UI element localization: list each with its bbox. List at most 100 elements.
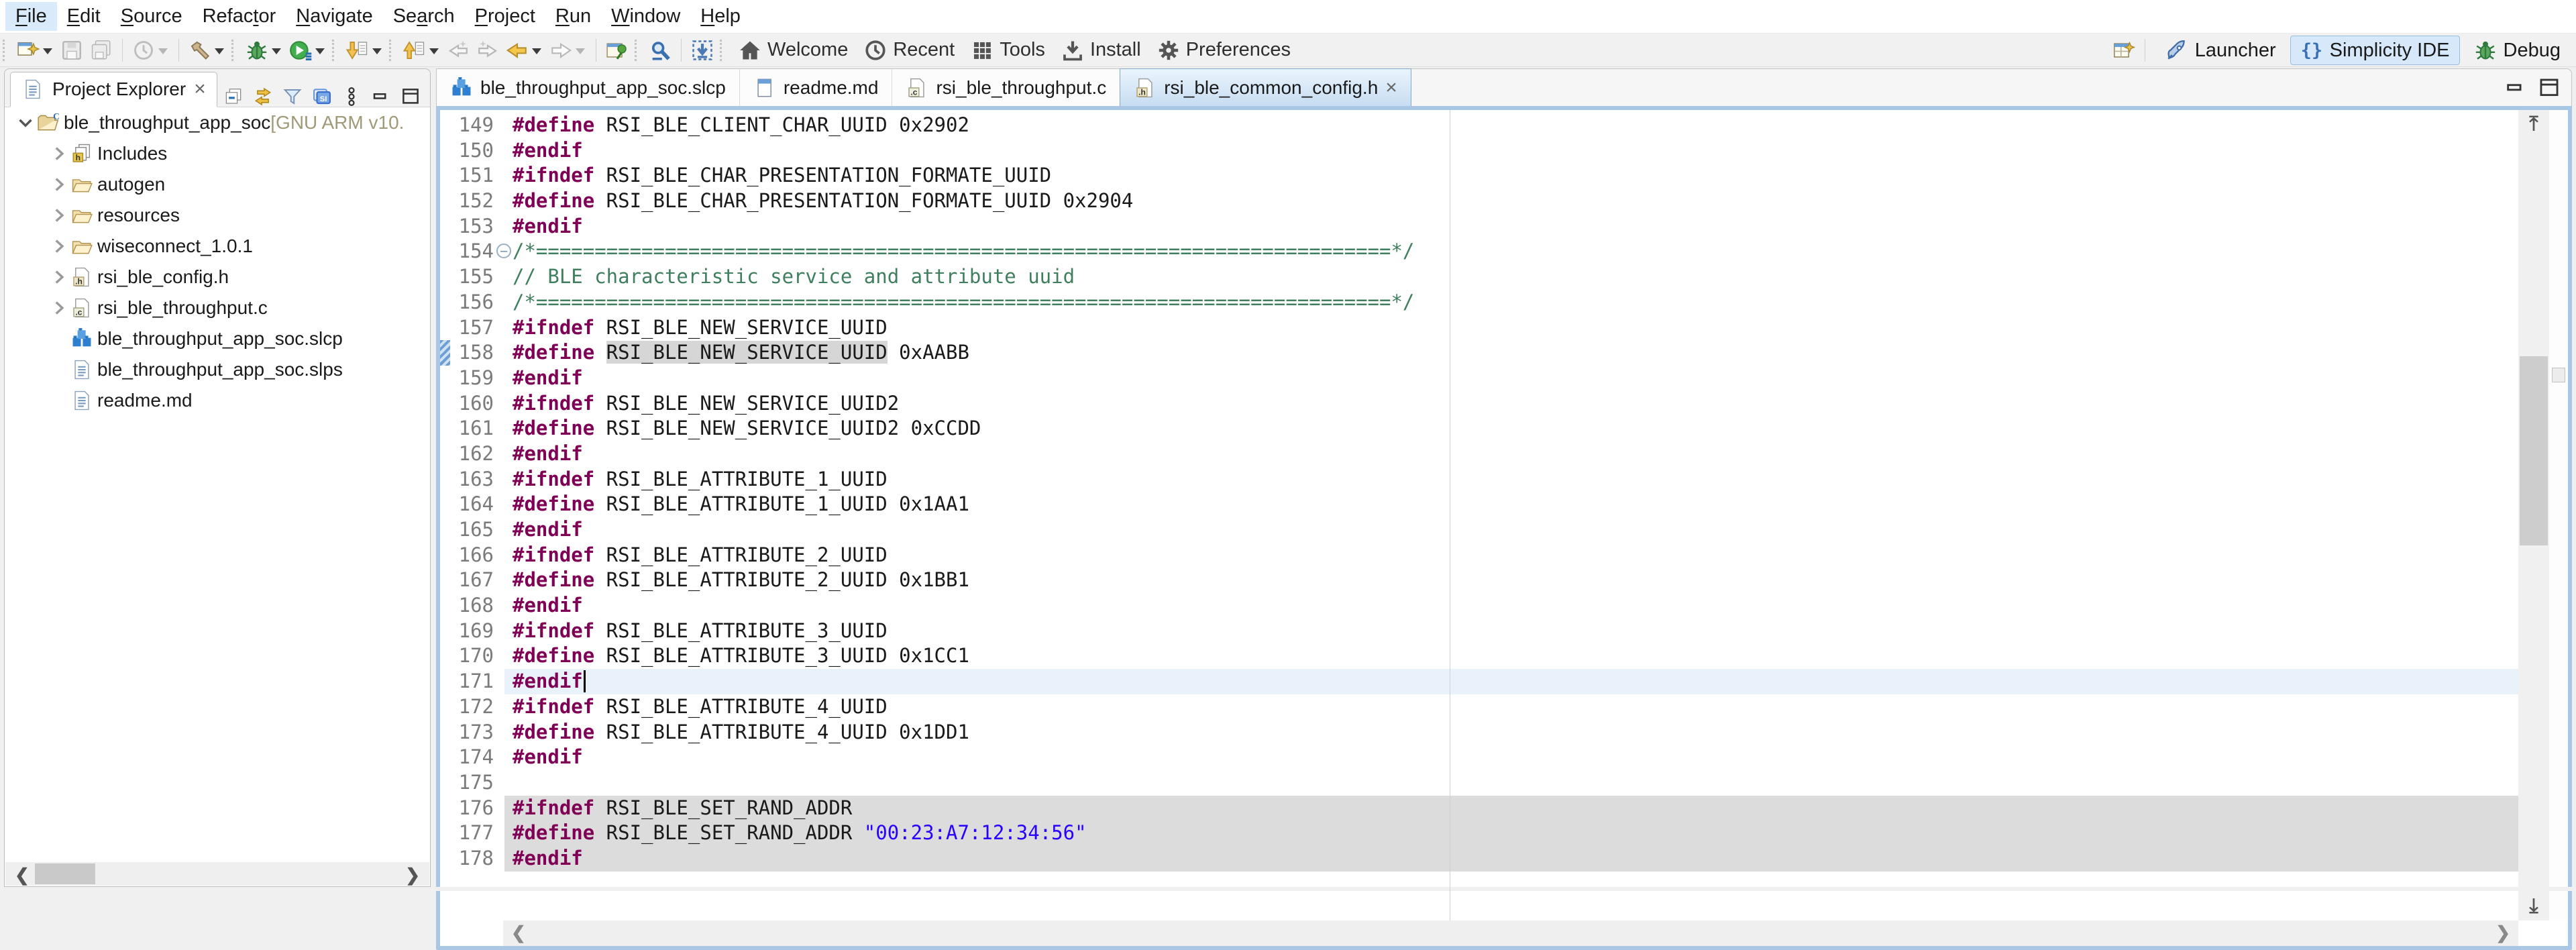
code-text[interactable]: #define RSI_BLE_ATTRIBUTE_2_UUID 0x1BB1 (504, 568, 2518, 593)
editor-vscroll-thumb[interactable] (2520, 356, 2548, 545)
collapse-all-icon[interactable] (223, 87, 244, 107)
code-text[interactable]: #define RSI_BLE_SET_RAND_ADDR "00:23:A7:… (504, 821, 2518, 846)
open-perspective-button[interactable] (2109, 36, 2139, 65)
menu-project[interactable]: Project (465, 2, 545, 31)
code-line-168[interactable]: 168 #endif (440, 593, 2518, 619)
code-text[interactable]: −/*=====================================… (496, 239, 2518, 264)
code-text[interactable]: #ifndef RSI_BLE_ATTRIBUTE_1_UUID (504, 467, 2518, 492)
menu-search[interactable]: Search (383, 2, 465, 31)
last-edit-location-button[interactable] (443, 36, 473, 65)
maximize-icon[interactable] (2538, 76, 2561, 99)
preferences-button[interactable]: Preferences (1149, 36, 1299, 65)
code-line-173[interactable]: 173 #define RSI_BLE_ATTRIBUTE_4_UUID 0x1D… (440, 720, 2518, 745)
editor-tab-rsi-ble-throughput-c[interactable]: .c rsi_ble_throughput.c (892, 69, 1121, 106)
code-line-163[interactable]: 163 #ifndef RSI_BLE_ATTRIBUTE_1_UUID (440, 467, 2518, 492)
code-text[interactable]: #endif (504, 366, 2518, 391)
fold-collapse-icon[interactable]: − (496, 244, 511, 259)
save-button[interactable] (57, 36, 87, 65)
toolbar-drag-handle[interactable] (3, 39, 9, 61)
tree-item-rsi-ble-config-h[interactable]: .h rsi_ble_config.h (5, 262, 430, 293)
code-line-177[interactable]: 177 #define RSI_BLE_SET_RAND_ADDR "00:23:… (440, 821, 2518, 846)
code-text[interactable]: #define RSI_BLE_ATTRIBUTE_4_UUID 0x1DD1 (504, 720, 2518, 745)
tree-item-ble-throughput-app-soc-slcp[interactable]: ble_throughput_app_soc.slcp (5, 323, 430, 354)
code-line-154[interactable]: 154−/*==================================… (440, 239, 2518, 264)
dropdown-arrow-icon[interactable] (315, 48, 325, 59)
dropdown-arrow-icon[interactable] (576, 48, 585, 59)
code-line-161[interactable]: 161 #define RSI_BLE_NEW_SERVICE_UUID2 0xC… (440, 416, 2518, 441)
code-text[interactable]: #ifndef RSI_BLE_NEW_SERVICE_UUID2 (504, 391, 2518, 417)
code-line-157[interactable]: 157 #ifndef RSI_BLE_NEW_SERVICE_UUID (440, 315, 2518, 341)
code-line-176[interactable]: 176 #ifndef RSI_BLE_SET_RAND_ADDR (440, 795, 2518, 821)
tree-item-resources[interactable]: resources (5, 200, 430, 231)
chevron-right-icon[interactable] (48, 266, 70, 288)
code-line-171[interactable]: 171 #endif (440, 669, 2518, 694)
editor-hscrollbar[interactable]: ❮ ❯ (503, 920, 2518, 946)
code-line-166[interactable]: 166 #ifndef RSI_BLE_ATTRIBUTE_2_UUID (440, 543, 2518, 568)
code-line-156[interactable]: 156 /*===================================… (440, 290, 2518, 315)
tree-item-rsi-ble-throughput-c[interactable]: .c rsi_ble_throughput.c (5, 293, 430, 323)
tree-item-readme-md[interactable]: readme.md (5, 385, 430, 416)
si-stack-icon[interactable]: SI (312, 87, 332, 107)
code-text[interactable]: #define RSI_BLE_NEW_SERVICE_UUID2 0xCCDD (504, 416, 2518, 441)
code-text[interactable]: #define RSI_BLE_NEW_SERVICE_UUID 0xAABB (504, 340, 2518, 366)
code-text[interactable]: #ifndef RSI_BLE_ATTRIBUTE_2_UUID (504, 543, 2518, 568)
close-icon[interactable]: × (194, 79, 206, 99)
menu-window[interactable]: Window (601, 2, 690, 31)
toolbar-drag-handle[interactable] (635, 39, 641, 61)
perspective-debug[interactable]: Debug (2464, 36, 2571, 65)
editor-tab-readme-md[interactable]: readme.md (739, 69, 893, 106)
code-line-155[interactable]: 155 // BLE characteristic service and att… (440, 264, 2518, 290)
explorer-hscrollbar[interactable]: ❮ ❯ (5, 862, 429, 886)
scroll-right-icon[interactable]: ❯ (2496, 922, 2510, 943)
toolbar-drag-handle[interactable] (332, 39, 338, 61)
code-line-164[interactable]: 164 #define RSI_BLE_ATTRIBUTE_1_UUID 0x1A… (440, 492, 2518, 517)
toolbar-drag-handle[interactable] (231, 39, 237, 61)
code-line-159[interactable]: 159 #endif (440, 366, 2518, 391)
menu-refactor[interactable]: Refactor (193, 2, 286, 31)
dropdown-arrow-icon[interactable] (532, 48, 541, 59)
code-line-172[interactable]: 172 #ifndef RSI_BLE_ATTRIBUTE_4_UUID (440, 694, 2518, 720)
code-line-170[interactable]: 170 #define RSI_BLE_ATTRIBUTE_3_UUID 0x1C… (440, 643, 2518, 669)
flash-programmer-button[interactable] (688, 36, 717, 65)
dropdown-arrow-icon[interactable] (158, 48, 168, 59)
scroll-right-icon[interactable]: ❯ (405, 865, 420, 886)
code-text[interactable] (504, 770, 2518, 796)
minimize-icon[interactable] (371, 87, 391, 107)
recent-button[interactable]: Recent (856, 36, 963, 65)
code-line-174[interactable]: 174 #endif (440, 745, 2518, 770)
code-text[interactable]: #define RSI_BLE_ATTRIBUTE_1_UUID 0x1AA1 (504, 492, 2518, 517)
build-button[interactable] (185, 36, 229, 65)
code-text[interactable]: #endif (504, 214, 2518, 240)
code-line-160[interactable]: 160 #ifndef RSI_BLE_NEW_SERVICE_UUID2 (440, 391, 2518, 417)
minimize-icon[interactable] (2504, 76, 2527, 99)
tree-item-autogen[interactable]: autogen (5, 169, 430, 200)
dropdown-arrow-icon[interactable] (272, 48, 281, 59)
close-icon[interactable]: × (1385, 78, 1397, 98)
code-text[interactable]: #ifndef RSI_BLE_NEW_SERVICE_UUID (504, 315, 2518, 341)
dropdown-arrow-icon[interactable] (372, 48, 382, 59)
filter-icon[interactable] (282, 87, 303, 107)
new-wizard-button[interactable] (13, 36, 57, 65)
code-text[interactable]: #ifndef RSI_BLE_SET_RAND_ADDR (504, 795, 2518, 821)
code-text[interactable]: #ifndef RSI_BLE_ATTRIBUTE_4_UUID (504, 694, 2518, 720)
code-text[interactable]: #define RSI_BLE_CLIENT_CHAR_UUID 0x2902 (504, 113, 2518, 138)
perspective-simplicity-ide[interactable]: {} Simplicity IDE (2290, 36, 2460, 65)
code-editor[interactable]: 149 #define RSI_BLE_CLIENT_CHAR_UUID 0x29… (440, 110, 2518, 920)
explorer-hscroll-thumb[interactable] (35, 863, 95, 884)
code-line-162[interactable]: 162 #endif (440, 441, 2518, 467)
code-text[interactable]: #define RSI_BLE_ATTRIBUTE_3_UUID 0x1CC1 (504, 643, 2518, 669)
code-text[interactable]: #define RSI_BLE_CHAR_PRESENTATION_FORMAT… (504, 189, 2518, 214)
project-explorer-tab[interactable]: Project Explorer × (10, 72, 217, 107)
tree-item-ble-throughput-app-soc-slps[interactable]: ble_throughput_app_soc.slps (5, 354, 430, 385)
install-button[interactable]: Install (1053, 36, 1149, 65)
code-text[interactable]: #ifndef RSI_BLE_ATTRIBUTE_3_UUID (504, 619, 2518, 644)
toolbar-drag-handle[interactable] (389, 39, 395, 61)
menu-source[interactable]: Source (111, 2, 193, 31)
editor-vscrollbar[interactable]: ⤒ ⤓ (2518, 110, 2549, 920)
run-button[interactable] (286, 36, 329, 65)
scroll-left-icon[interactable]: ❮ (15, 865, 30, 886)
tree-item-includes[interactable]: h Includes (5, 138, 430, 169)
link-editor-icon[interactable] (253, 87, 273, 107)
perspective-launcher[interactable]: Launcher (2155, 36, 2286, 65)
code-line-153[interactable]: 153 #endif (440, 214, 2518, 240)
